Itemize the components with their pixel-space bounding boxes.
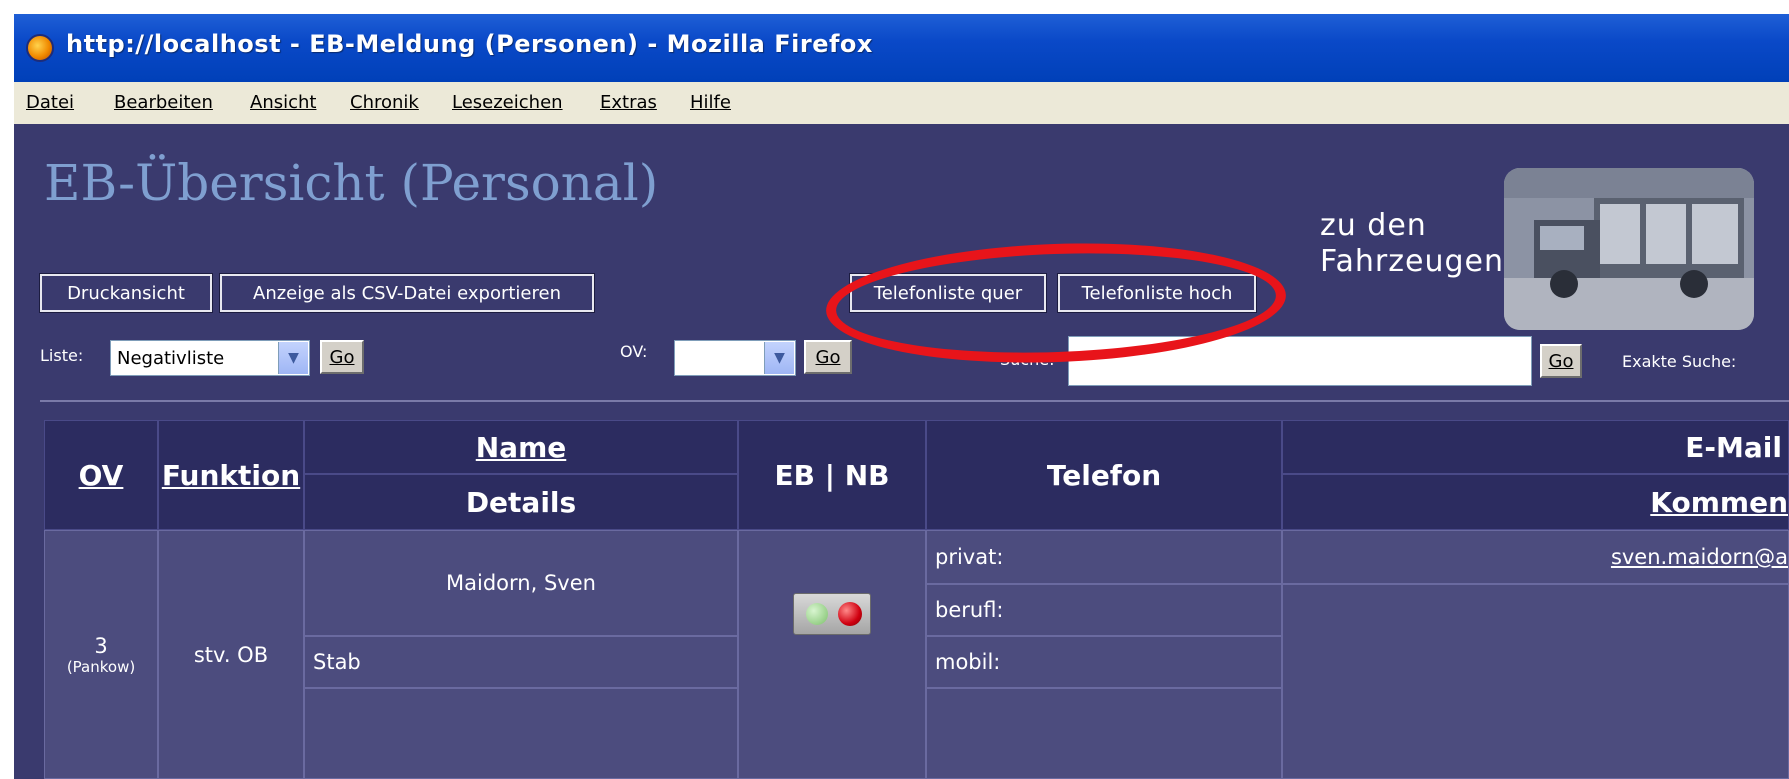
header-funktion-label: Funktion	[161, 458, 301, 492]
ov-label: OV:	[620, 342, 648, 361]
csv-export-button[interactable]: Anzeige als CSV-Datei exportieren	[219, 273, 595, 313]
row-kommentar	[1282, 584, 1789, 779]
row-details-extra	[304, 688, 738, 779]
exact-search-label: Exakte Suche:	[1622, 352, 1737, 371]
print-view-button[interactable]: Druckansicht	[39, 273, 213, 313]
row-funktion: stv. OB	[158, 530, 304, 779]
header-name-label: Name	[475, 430, 567, 464]
vehicles-link-line1: zu den	[1320, 208, 1427, 243]
row-phone-extra	[926, 688, 1282, 779]
row-phone-privat: privat:	[926, 530, 1282, 584]
header-ov[interactable]: OV	[44, 420, 158, 530]
header-ov-label: OV	[78, 458, 124, 492]
row-email[interactable]: sven.maidorn@a	[1282, 530, 1789, 584]
search-go-button[interactable]: Go	[1540, 344, 1582, 378]
firefox-icon	[26, 34, 54, 62]
row-status	[738, 530, 926, 779]
row-ov-name: (Pankow)	[66, 657, 136, 676]
page-content: EB-Übersicht (Personal) zu den Fahrzeuge…	[14, 124, 1789, 779]
list-go-button[interactable]: Go	[320, 340, 364, 374]
page-title: EB-Übersicht (Personal)	[44, 154, 659, 212]
menu-chronik[interactable]: Chronik	[350, 92, 419, 113]
divider	[40, 400, 1789, 402]
menu-datei[interactable]: Datei	[26, 92, 74, 113]
status-red-icon	[838, 602, 862, 626]
list-select-value: Negativliste	[117, 348, 225, 369]
browser-window: http://localhost - EB-Meldung (Personen)…	[14, 14, 1789, 779]
menu-ansicht[interactable]: Ansicht	[250, 92, 316, 113]
header-funktion[interactable]: Funktion	[158, 420, 304, 530]
ov-go-button[interactable]: Go	[804, 340, 852, 374]
status-indicator-icon	[793, 593, 871, 635]
status-green-icon	[806, 603, 828, 625]
row-phone-mobil: mobil:	[926, 636, 1282, 688]
personnel-table: OV Funktion Name Details EB | NB Telefon…	[44, 420, 1789, 779]
menu-lesezeichen[interactable]: Lesezeichen	[452, 92, 563, 113]
vehicles-link[interactable]: zu den Fahrzeugen	[1320, 208, 1504, 280]
row-name: Maidorn, Sven	[304, 530, 738, 636]
header-email: E-Mail	[1282, 420, 1789, 474]
menu-hilfe[interactable]: Hilfe	[690, 92, 731, 113]
row-ov-number: 3	[94, 633, 108, 658]
ov-select[interactable]: ▼	[674, 340, 796, 376]
row-email-link[interactable]: sven.maidorn@a	[1611, 545, 1788, 569]
header-eb-nb: EB | NB	[738, 420, 926, 530]
header-name[interactable]: Name	[304, 420, 738, 474]
vehicle-image[interactable]	[1504, 168, 1754, 330]
list-select[interactable]: Negativliste ▼	[110, 340, 310, 376]
row-details: Stab	[304, 636, 738, 688]
header-details: Details	[304, 474, 738, 530]
window-title: http://localhost - EB-Meldung (Personen)…	[66, 30, 873, 58]
menu-bearbeiten[interactable]: Bearbeiten	[114, 92, 213, 113]
title-bar: http://localhost - EB-Meldung (Personen)…	[14, 14, 1789, 82]
fire-truck-icon	[1504, 168, 1754, 330]
menu-bar: Datei Bearbeiten Ansicht Chronik Lesezei…	[14, 82, 1789, 125]
chevron-down-icon[interactable]: ▼	[764, 342, 794, 374]
chevron-down-icon[interactable]: ▼	[278, 342, 308, 374]
header-kommentar-label: Kommen	[1650, 485, 1788, 519]
menu-extras[interactable]: Extras	[600, 92, 657, 113]
header-telefon: Telefon	[926, 420, 1282, 530]
row-ov: 3 (Pankow)	[44, 530, 158, 779]
header-kommentar[interactable]: Kommen	[1282, 474, 1789, 530]
row-phone-beruflich: berufl:	[926, 584, 1282, 636]
vehicles-link-line2: Fahrzeugen	[1320, 244, 1504, 279]
list-label: Liste:	[40, 346, 84, 365]
